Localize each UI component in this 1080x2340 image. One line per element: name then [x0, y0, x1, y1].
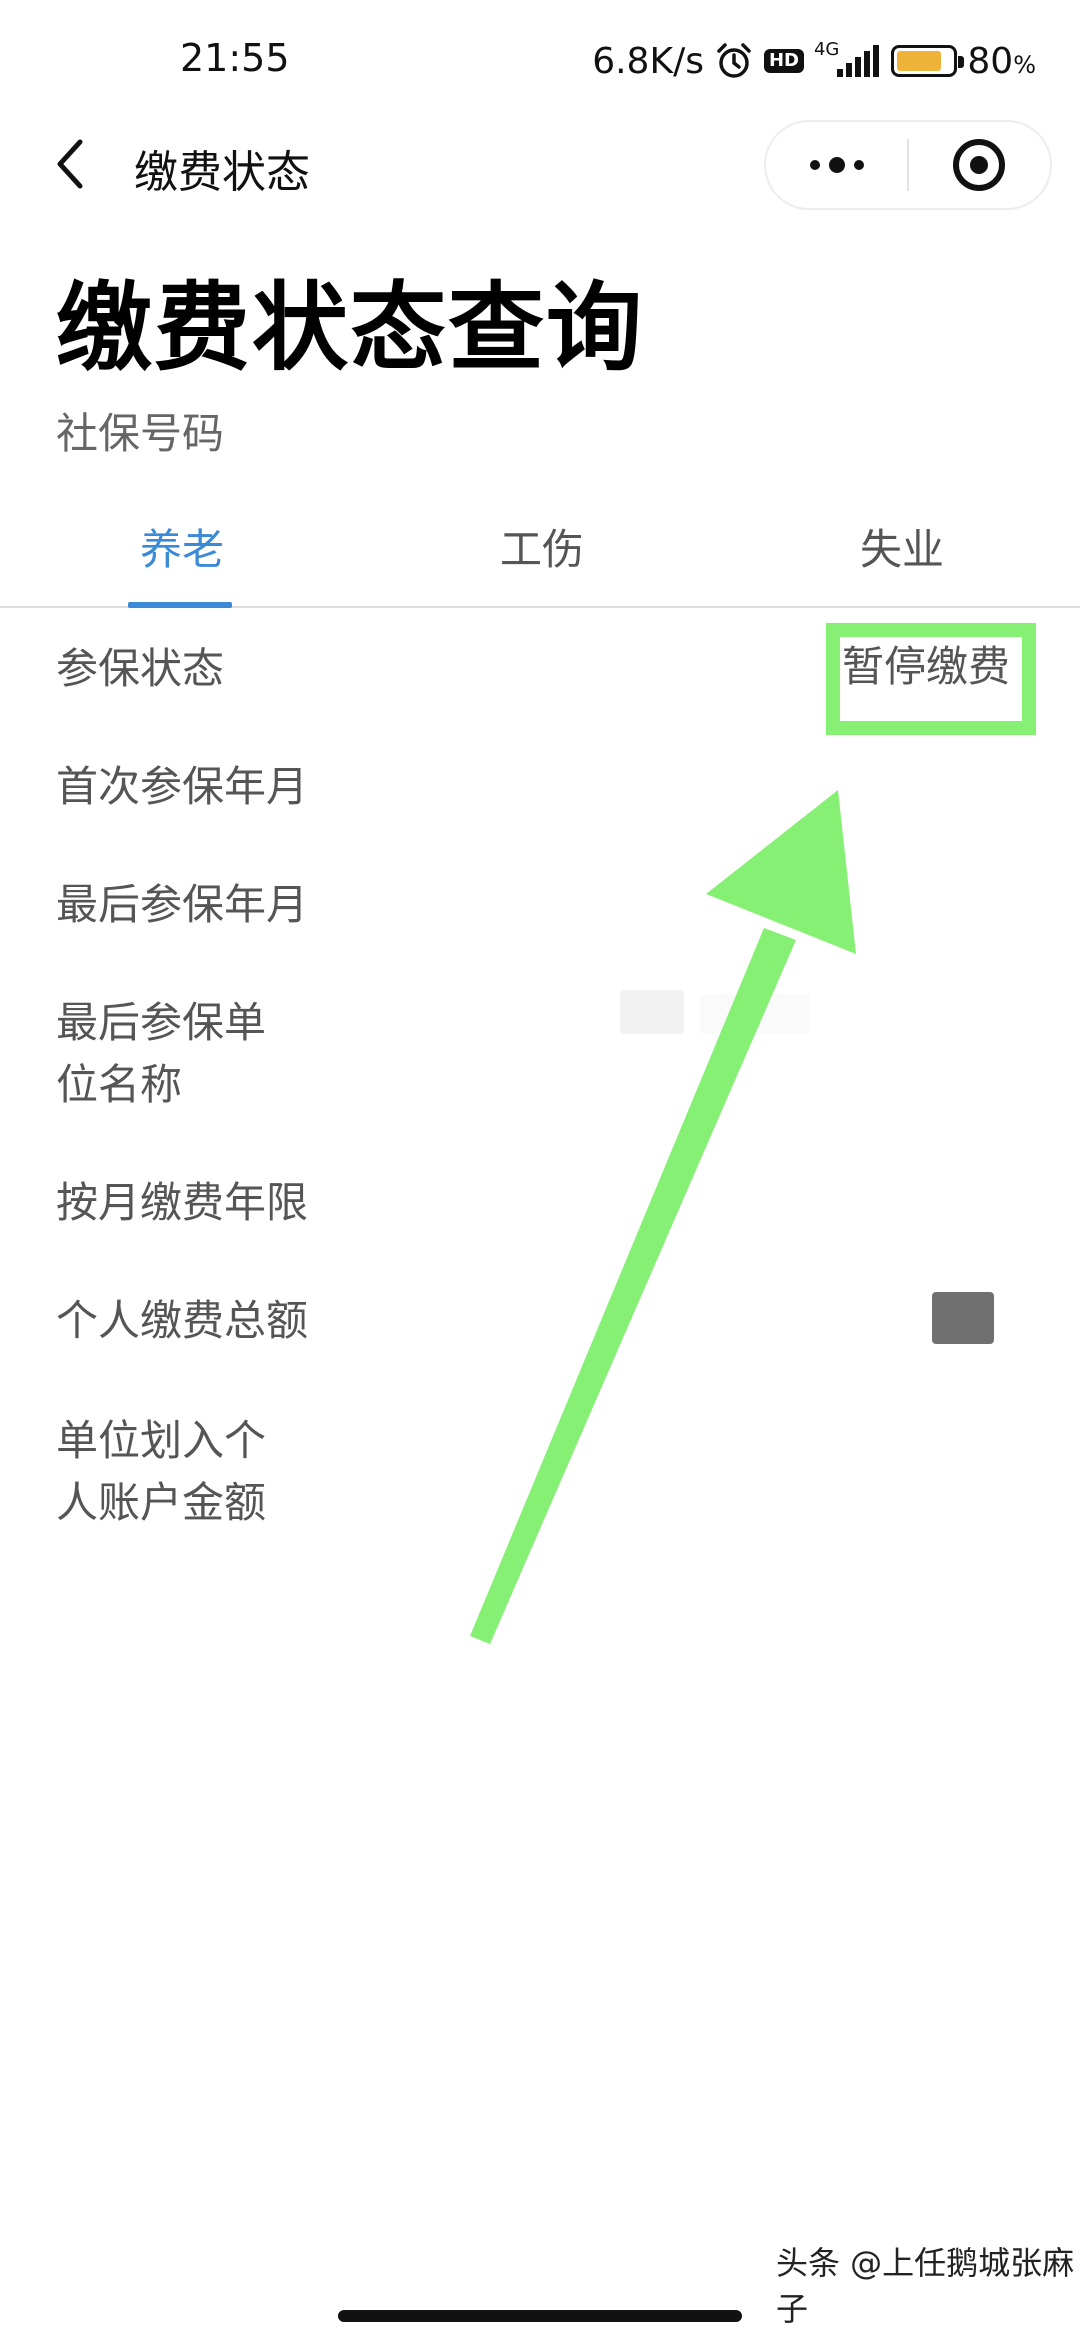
hd-icon: HD: [763, 49, 804, 73]
active-tab-indicator: [128, 602, 232, 608]
chevron-left-icon: [57, 139, 83, 189]
home-indicator[interactable]: [338, 2310, 742, 2322]
nav-title: 缴费状态: [134, 147, 310, 198]
row-label-employer-contribution: 单位划入个人账户金额: [56, 1416, 267, 1527]
status-bar: 21:55 6.8K/s HD 4G 80%: [0, 0, 1080, 120]
alarm-icon: [714, 41, 754, 81]
tab-work-injury[interactable]: 工伤: [500, 516, 584, 577]
battery-icon: [891, 45, 965, 77]
row-label-insurance-status: 参保状态: [56, 644, 225, 693]
nav-bar: 缴费状态: [0, 120, 1080, 210]
arrow-shaft: [470, 928, 796, 1644]
row-label-last-employer: 最后参保单位名称: [56, 998, 267, 1109]
back-button[interactable]: [40, 132, 100, 196]
redacted-value: [932, 1292, 994, 1344]
network-speed: 6.8K/s: [592, 40, 704, 82]
more-dots-icon: [809, 157, 864, 173]
highlight-box: [826, 623, 1036, 735]
redacted-value: [700, 994, 810, 1034]
status-time: 21:55: [180, 36, 290, 80]
close-button[interactable]: [909, 120, 1050, 210]
tab-unemployment[interactable]: 失业: [860, 516, 944, 577]
network-type-label: 4G: [813, 38, 840, 60]
row-label-payment-years: 按月缴费年限: [56, 1178, 309, 1227]
row-label-first-month: 首次参保年月: [56, 762, 309, 811]
arrow-head: [706, 790, 856, 954]
tab-pension[interactable]: 养老: [140, 516, 224, 577]
signal-icon: 4G: [814, 39, 881, 79]
row-label-last-month: 最后参保年月: [56, 880, 309, 929]
insurance-type-tabs: 养老 工伤 失业: [0, 500, 1080, 608]
row-label-personal-total: 个人缴费总额: [56, 1296, 309, 1345]
battery-fill: [897, 51, 941, 71]
screen: 21:55 6.8K/s HD 4G 80% 缴费状态 缴费状态查询 社保号码 …: [0, 0, 1080, 2340]
page-title: 缴费状态查询: [56, 272, 644, 384]
more-button[interactable]: [766, 120, 907, 210]
redacted-value: [620, 990, 684, 1034]
social-security-number-label: 社保号码: [56, 409, 225, 458]
watermark: 头条 @上任鹅城张麻子: [776, 2244, 1075, 2328]
mini-program-capsule: [764, 120, 1052, 210]
battery-percent: 80%: [967, 40, 1036, 82]
status-right-group: 6.8K/s HD 4G 80%: [592, 36, 1036, 86]
target-circle-icon: [953, 139, 1006, 191]
